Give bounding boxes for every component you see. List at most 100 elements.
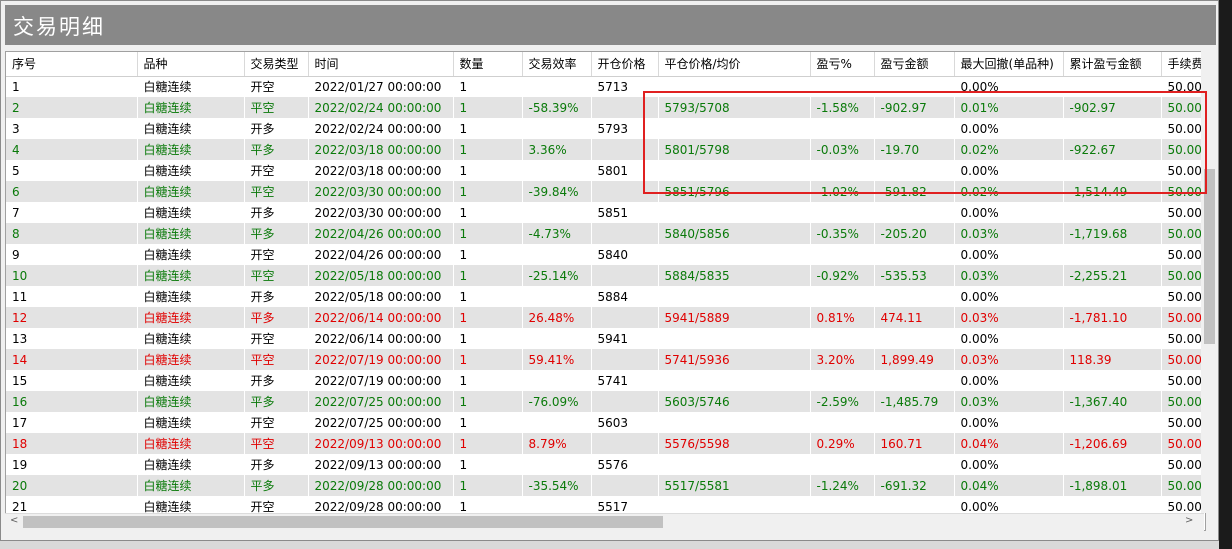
cell-symbol: 白糖连续 xyxy=(137,454,245,475)
cell-pnl-amount xyxy=(874,328,955,349)
cell-seq: 13 xyxy=(6,328,138,349)
cell-time: 2022/04/26 00:00:00 xyxy=(308,244,454,265)
cell-max-drawdown: 0.00% xyxy=(954,286,1064,307)
cell-open-price xyxy=(591,139,659,160)
cell-pnl-pct: -1.02% xyxy=(810,181,875,202)
cell-efficiency: -35.54% xyxy=(522,475,592,496)
table-row[interactable]: 13 白糖连续 开空 2022/06/14 00:00:00 1 5941 0.00% 50.… xyxy=(6,328,1205,349)
cell-seq: 5 xyxy=(6,160,138,181)
table-row[interactable]: 11 白糖连续 开多 2022/05/18 00:00:00 1 5884 0.00% 50.… xyxy=(6,286,1205,307)
cell-seq: 7 xyxy=(6,202,138,223)
table-row[interactable]: 15 白糖连续 开多 2022/07/19 00:00:00 1 5741 0.00% 50.… xyxy=(6,370,1205,391)
cell-open-price xyxy=(591,265,659,286)
scroll-left-arrow-icon[interactable]: < xyxy=(10,515,18,526)
table-row[interactable]: 19 白糖连续 开多 2022/09/13 00:00:00 1 5576 0.00% 50.… xyxy=(6,454,1205,475)
table-row[interactable]: 14 白糖连续 平空 2022/07/19 00:00:00 1 59.41% 5741/5… xyxy=(6,349,1205,370)
cell-open-price xyxy=(591,433,659,454)
cell-fee: 50.00 xyxy=(1161,160,1205,181)
cell-quantity: 1 xyxy=(453,76,523,97)
trade-table-container[interactable]: 序号 品种 交易类型 时间 数量 交易效率 开仓价格 平仓价格/均价 盈亏% 盈… xyxy=(5,51,1206,531)
column-header-efficiency[interactable]: 交易效率 xyxy=(522,52,592,77)
column-header-max-drawdown[interactable]: 最大回撤(单品种) xyxy=(954,52,1064,77)
table-row[interactable]: 2 白糖连续 平空 2022/02/24 00:00:00 1 -58.39% 5793/5… xyxy=(6,97,1205,118)
cell-open-price: 5741 xyxy=(591,370,659,391)
table-row[interactable]: 10 白糖连续 平空 2022/05/18 00:00:00 1 -25.14% 5884/… xyxy=(6,265,1205,286)
cell-pnl-pct xyxy=(810,118,875,139)
vertical-scrollbar[interactable] xyxy=(1201,51,1218,513)
cell-pnl-amount xyxy=(874,202,955,223)
column-header-fee[interactable]: 手续费 xyxy=(1161,52,1205,77)
table-row[interactable]: 5 白糖连续 开空 2022/03/18 00:00:00 1 5801 0.00% 50.0… xyxy=(6,160,1205,181)
column-header-symbol[interactable]: 品种 xyxy=(137,52,245,77)
cell-fee: 50.00 xyxy=(1161,202,1205,223)
cell-fee: 50.00 xyxy=(1161,223,1205,244)
cell-pnl-pct xyxy=(810,160,875,181)
cell-efficiency xyxy=(522,286,592,307)
table-row[interactable]: 9 白糖连续 开空 2022/04/26 00:00:00 1 5840 0.00% 50.0… xyxy=(6,244,1205,265)
cell-pnl-amount xyxy=(874,118,955,139)
trade-detail-window: 交易明细 序号 品种 交易类型 时间 数量 交易效率 开仓价格 平仓价格/均价 xyxy=(0,0,1219,541)
table-row[interactable]: 1 白糖连续 开空 2022/01/27 00:00:00 1 5713 0.00% 50.0… xyxy=(6,76,1205,97)
cell-seq: 8 xyxy=(6,223,138,244)
column-header-quantity[interactable]: 数量 xyxy=(453,52,523,77)
cell-efficiency: -76.09% xyxy=(522,391,592,412)
cell-fee: 50.00 xyxy=(1161,307,1205,328)
column-header-cumulative-pnl[interactable]: 累计盈亏金额 xyxy=(1063,52,1162,77)
cell-quantity: 1 xyxy=(453,307,523,328)
cell-fee: 50.00 xyxy=(1161,454,1205,475)
cell-time: 2022/03/30 00:00:00 xyxy=(308,202,454,223)
cell-cumulative-pnl xyxy=(1063,76,1162,97)
cell-symbol: 白糖连续 xyxy=(137,160,245,181)
cell-open-price xyxy=(591,349,659,370)
column-header-close-price[interactable]: 平仓价格/均价 xyxy=(658,52,811,77)
table-row[interactable]: 16 白糖连续 平多 2022/07/25 00:00:00 1 -76.09% 5603/… xyxy=(6,391,1205,412)
cell-time: 2022/05/18 00:00:00 xyxy=(308,286,454,307)
cell-close-price: 5793/5708 xyxy=(658,97,811,118)
cell-open-price: 5801 xyxy=(591,160,659,181)
table-row[interactable]: 20 白糖连续 平多 2022/09/28 00:00:00 1 -35.54% 5517/… xyxy=(6,475,1205,496)
cell-seq: 2 xyxy=(6,97,138,118)
cell-close-price xyxy=(658,160,811,181)
column-header-open-price[interactable]: 开仓价格 xyxy=(591,52,659,77)
cell-quantity: 1 xyxy=(453,349,523,370)
cell-cumulative-pnl xyxy=(1063,202,1162,223)
cell-seq: 12 xyxy=(6,307,138,328)
cell-fee: 50.00 xyxy=(1161,349,1205,370)
cell-trade-type: 开多 xyxy=(244,370,309,391)
cell-efficiency xyxy=(522,160,592,181)
table-row[interactable]: 17 白糖连续 开空 2022/07/25 00:00:00 1 5603 0.00% 50.… xyxy=(6,412,1205,433)
column-header-pnl-amount[interactable]: 盈亏金额 xyxy=(874,52,955,77)
table-row[interactable]: 6 白糖连续 平空 2022/03/30 00:00:00 1 -39.84% 5851/5… xyxy=(6,181,1205,202)
horizontal-scroll-thumb[interactable] xyxy=(23,516,663,528)
cell-max-drawdown: 0.04% xyxy=(954,433,1064,454)
scroll-right-arrow-icon[interactable]: > xyxy=(1185,515,1193,526)
title-bar: 交易明细 xyxy=(5,5,1216,45)
table-row[interactable]: 7 白糖连续 开多 2022/03/30 00:00:00 1 5851 0.00% 50.0… xyxy=(6,202,1205,223)
cell-close-price xyxy=(658,454,811,475)
horizontal-scrollbar[interactable]: < > xyxy=(5,513,1204,531)
cell-trade-type: 开空 xyxy=(244,412,309,433)
cell-cumulative-pnl xyxy=(1063,370,1162,391)
cell-cumulative-pnl: -2,255.21 xyxy=(1063,265,1162,286)
cell-fee: 50.00 xyxy=(1161,76,1205,97)
cell-cumulative-pnl: -922.67 xyxy=(1063,139,1162,160)
cell-trade-type: 开多 xyxy=(244,454,309,475)
table-row[interactable]: 4 白糖连续 平多 2022/03/18 00:00:00 1 3.36% 5801/579… xyxy=(6,139,1205,160)
cell-seq: 6 xyxy=(6,181,138,202)
column-header-trade-type[interactable]: 交易类型 xyxy=(244,52,309,77)
cell-max-drawdown: 0.00% xyxy=(954,328,1064,349)
cell-time: 2022/01/27 00:00:00 xyxy=(308,76,454,97)
column-header-seq[interactable]: 序号 xyxy=(6,52,138,77)
table-row[interactable]: 8 白糖连续 平多 2022/04/26 00:00:00 1 -4.73% 5840/58… xyxy=(6,223,1205,244)
cell-seq: 9 xyxy=(6,244,138,265)
table-row[interactable]: 12 白糖连续 平多 2022/06/14 00:00:00 1 26.48% 5941/5… xyxy=(6,307,1205,328)
table-row[interactable]: 3 白糖连续 开多 2022/02/24 00:00:00 1 5793 0.00% 50.0… xyxy=(6,118,1205,139)
cell-pnl-pct: 0.81% xyxy=(810,307,875,328)
cell-time: 2022/05/18 00:00:00 xyxy=(308,265,454,286)
column-header-pnl-pct[interactable]: 盈亏% xyxy=(810,52,875,77)
column-header-time[interactable]: 时间 xyxy=(308,52,454,77)
vertical-scroll-thumb[interactable] xyxy=(1204,169,1215,344)
cell-symbol: 白糖连续 xyxy=(137,76,245,97)
table-row[interactable]: 18 白糖连续 平空 2022/09/13 00:00:00 1 8.79% 5576/55… xyxy=(6,433,1205,454)
cell-max-drawdown: 0.00% xyxy=(954,118,1064,139)
